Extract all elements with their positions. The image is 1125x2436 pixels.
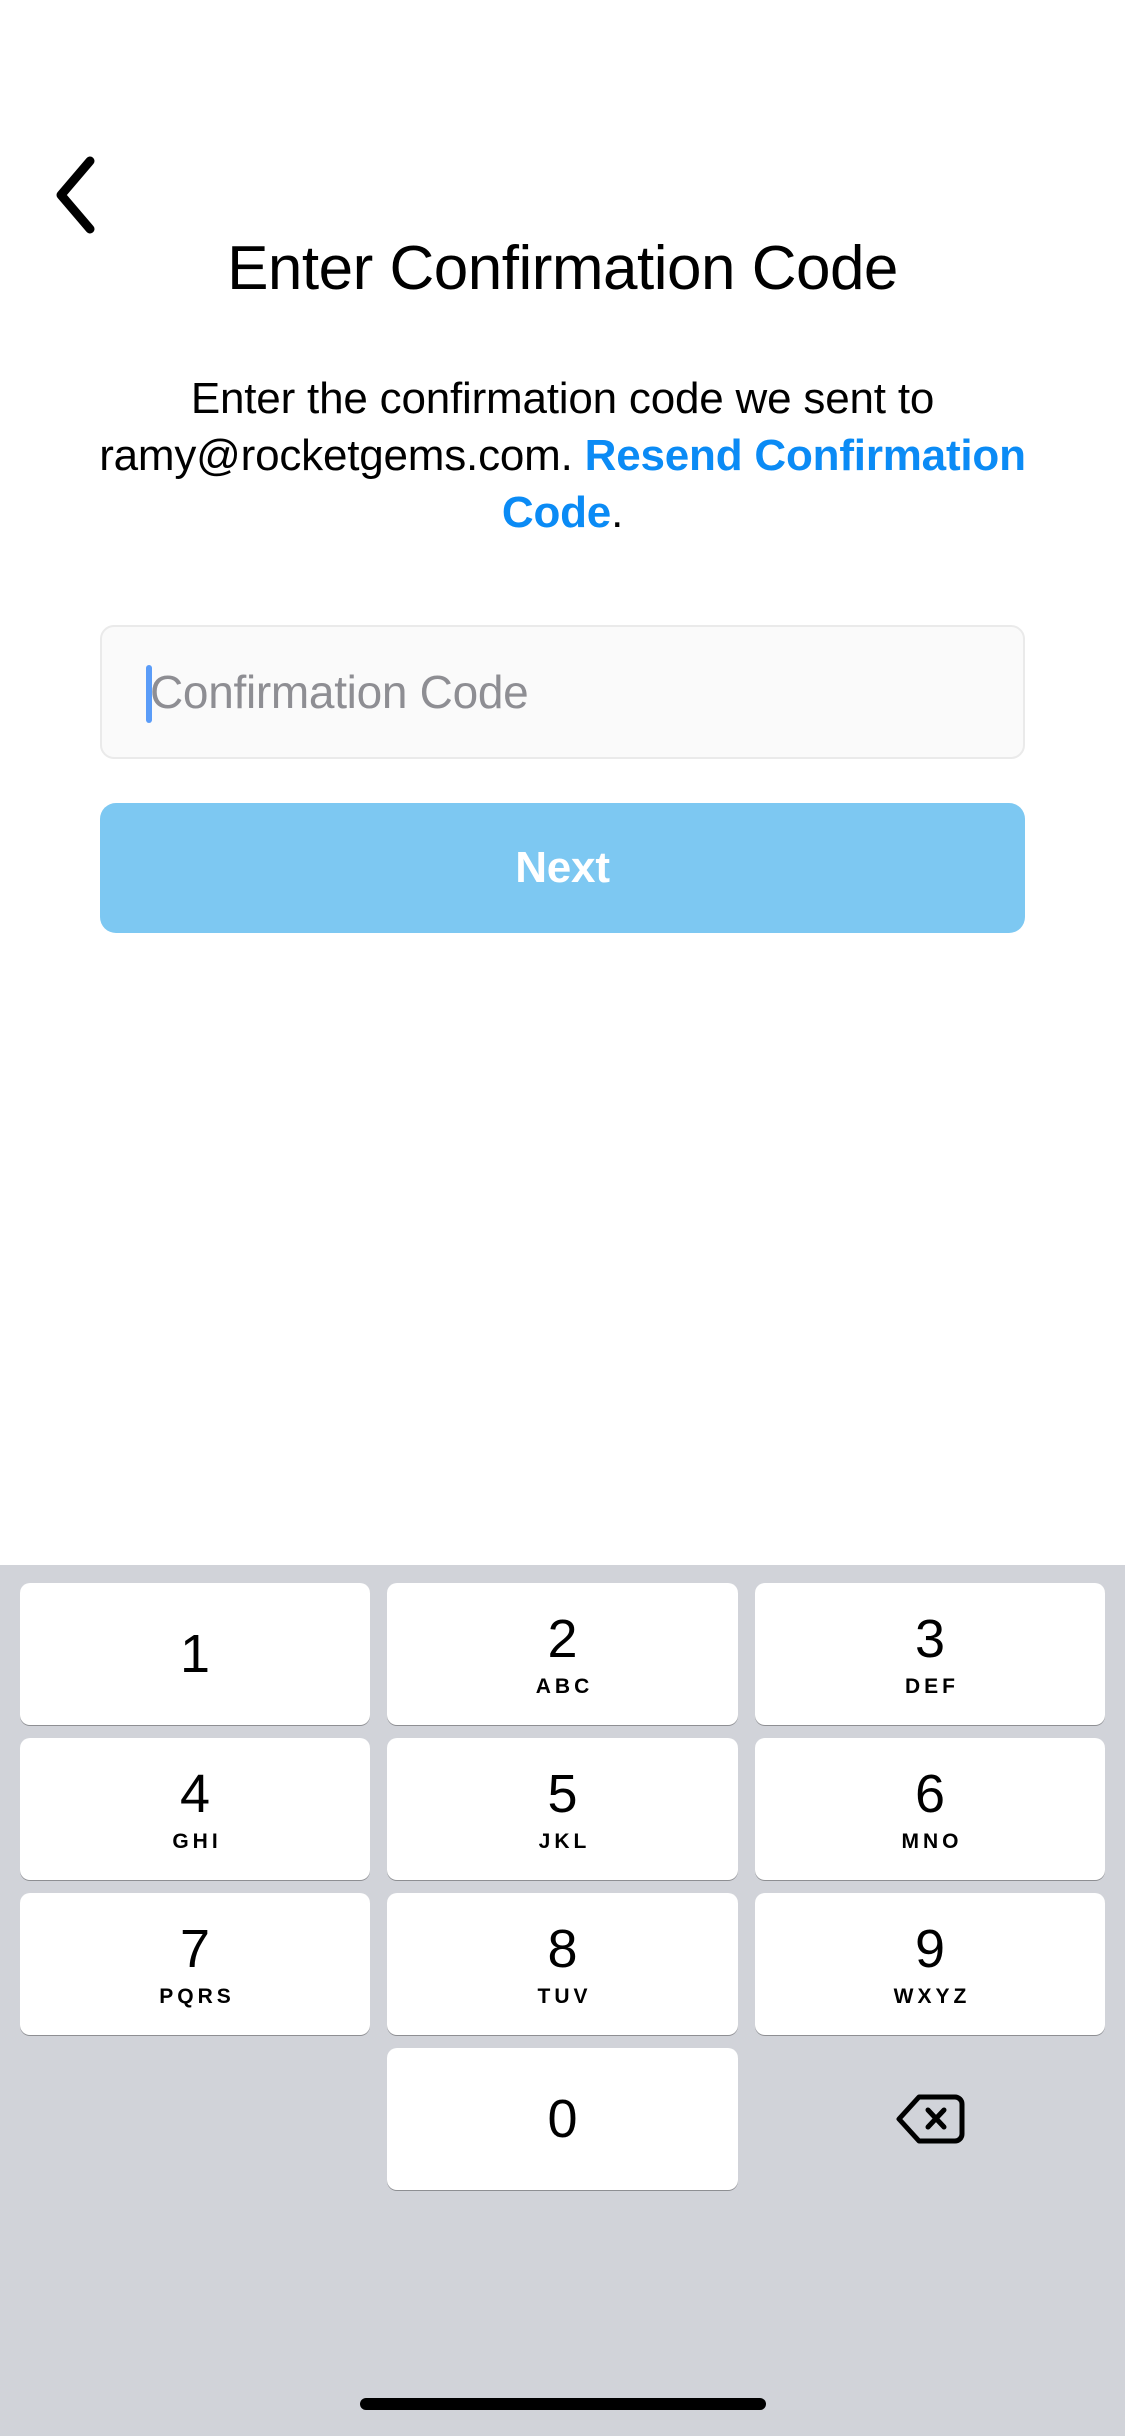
key-letters: GHI	[172, 1830, 222, 1853]
key-4[interactable]: 4 GHI	[20, 1738, 370, 1880]
backspace-icon	[895, 2093, 965, 2145]
key-digit: 0	[547, 2089, 578, 2149]
chevron-left-icon	[52, 155, 98, 235]
key-letters: WXYZ	[893, 1985, 971, 2008]
key-letters: ABC	[535, 1675, 594, 1698]
next-button[interactable]: Next	[100, 803, 1025, 933]
key-letters: MNO	[901, 1830, 963, 1853]
key-digit: 4	[179, 1764, 211, 1824]
key-digit: 2	[547, 1609, 578, 1669]
keyboard-row-3: 7 PQRS 8 TUV 9 WXYZ	[0, 1893, 1125, 2035]
key-letters: PQRS	[159, 1985, 235, 2008]
text-caret	[146, 665, 152, 723]
key-digit: 6	[914, 1764, 946, 1824]
key-letters: TUV	[537, 1985, 592, 2008]
key-0[interactable]: 0	[387, 2048, 738, 2190]
page-title: Enter Confirmation Code	[227, 234, 898, 303]
key-5[interactable]: 5 JKL	[387, 1738, 738, 1880]
screen: Enter Confirmation Code Enter the confir…	[0, 0, 1125, 2436]
key-digit: 5	[547, 1764, 578, 1824]
key-3[interactable]: 3 DEF	[755, 1583, 1105, 1725]
key-digit: 3	[914, 1609, 946, 1669]
subtitle-text: Enter the confirmation code we sent to r…	[95, 370, 1030, 541]
confirmation-code-placeholder: Confirmation Code	[150, 666, 529, 718]
key-digit: 7	[179, 1919, 211, 1979]
key-8[interactable]: 8 TUV	[387, 1893, 738, 2035]
key-2[interactable]: 2 ABC	[387, 1583, 738, 1725]
key-digit: 9	[914, 1919, 946, 1979]
key-9[interactable]: 9 WXYZ	[755, 1893, 1105, 2035]
key-digit: 1	[179, 1624, 211, 1684]
key-1[interactable]: 1	[20, 1583, 370, 1725]
subtitle-trailing: .	[611, 488, 624, 537]
key-6[interactable]: 6 MNO	[755, 1738, 1105, 1880]
key-letters: DEF	[905, 1675, 959, 1698]
home-indicator	[359, 2398, 766, 2410]
key-7[interactable]: 7 PQRS	[20, 1893, 370, 2035]
keyboard-row-4: 0	[0, 2048, 1125, 2190]
confirmation-code-input[interactable]: Confirmation Code	[100, 625, 1025, 759]
keyboard-row-1: 1 2 ABC 3 DEF	[0, 1583, 1125, 1725]
key-letters: JKL	[538, 1830, 591, 1853]
backspace-key[interactable]	[755, 2048, 1105, 2190]
key-digit: 8	[547, 1919, 578, 1979]
numeric-keyboard: 1 2 ABC 3 DEF 4 GHI 5 JKL 6 MNO 7 PQRS 8…	[0, 1565, 1125, 2436]
keyboard-row-2: 4 GHI 5 JKL 6 MNO	[0, 1738, 1125, 1880]
